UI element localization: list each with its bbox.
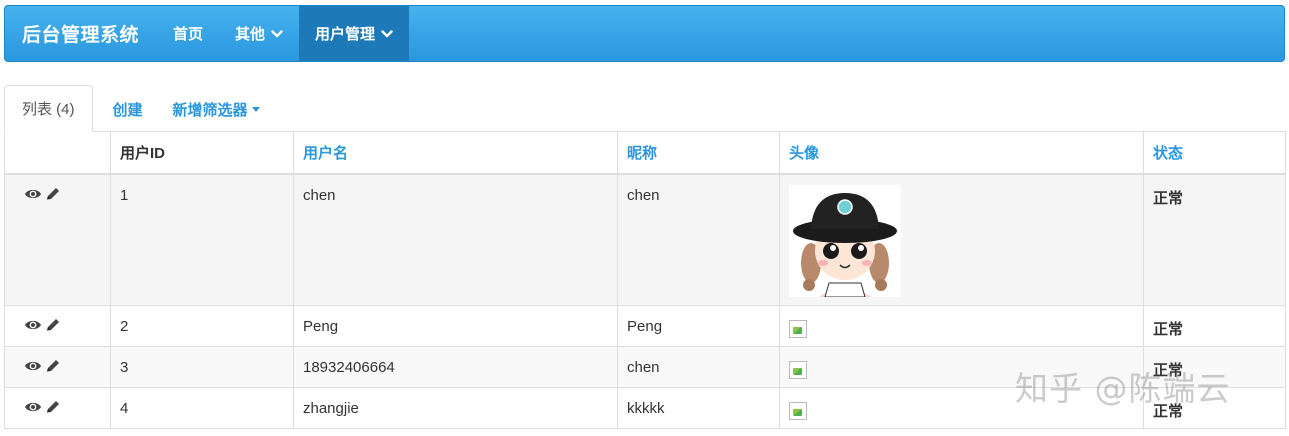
nav-home[interactable]: 首页: [157, 6, 219, 61]
app-brand[interactable]: 后台管理系统: [5, 6, 157, 61]
broken-image-icon: [789, 402, 807, 420]
tab-create[interactable]: 创建: [103, 86, 153, 132]
cell-user-id: 4: [110, 387, 294, 429]
table-header-row: 用户ID 用户名 昵称 头像 状态: [4, 131, 1286, 175]
pencil-icon[interactable]: [44, 187, 62, 201]
cell-avatar: [779, 346, 1144, 388]
row-actions: [4, 346, 111, 388]
nav-user-management-label: 用户管理: [315, 26, 376, 43]
header-user-id: 用户ID: [110, 131, 294, 175]
table-row: 2 Peng Peng 正常: [4, 305, 1286, 347]
nav-other-dropdown[interactable]: 其他: [219, 6, 299, 61]
cell-username: Peng: [293, 305, 618, 347]
nav-other-label: 其他: [235, 26, 266, 43]
table-row: 4 zhangjie kkkkk 正常: [4, 387, 1286, 429]
cell-avatar: [779, 387, 1144, 429]
pencil-icon[interactable]: [44, 400, 62, 414]
cell-nickname: Peng: [617, 305, 780, 347]
eye-icon[interactable]: [24, 359, 42, 373]
tab-list[interactable]: 列表 (4): [4, 85, 93, 132]
broken-image-icon: [789, 361, 807, 379]
cell-username: 18932406664: [293, 346, 618, 388]
cell-user-id: 1: [110, 173, 294, 306]
cell-status: 正常: [1143, 387, 1286, 429]
cell-status: 正常: [1143, 305, 1286, 347]
cell-nickname: chen: [617, 346, 780, 388]
header-username[interactable]: 用户名: [293, 131, 618, 175]
broken-image-icon: [789, 320, 807, 338]
cell-user-id: 3: [110, 346, 294, 388]
cell-status: 正常: [1143, 173, 1286, 306]
content-tabs: 列表 (4) 创建 新增筛选器: [4, 85, 1285, 132]
chevron-down-icon: [381, 29, 393, 37]
eye-icon[interactable]: [24, 187, 42, 201]
chevron-down-icon: [271, 29, 283, 37]
cell-nickname: kkkkk: [617, 387, 780, 429]
table-row: 1 chen chen 正常: [4, 173, 1286, 306]
caret-down-icon: [251, 106, 260, 112]
eye-icon[interactable]: [24, 318, 42, 332]
cartoon-avatar-image: [789, 184, 901, 297]
cell-avatar: [779, 305, 1144, 347]
header-avatar[interactable]: 头像: [779, 131, 1144, 175]
cell-username: zhangjie: [293, 387, 618, 429]
cell-avatar: [779, 173, 1144, 306]
header-nickname[interactable]: 昵称: [617, 131, 780, 175]
add-filter-label: 新增筛选器: [172, 101, 248, 119]
row-actions: [4, 173, 111, 306]
row-actions: [4, 305, 111, 347]
pencil-icon[interactable]: [44, 318, 62, 332]
tab-add-filter[interactable]: 新增筛选器: [163, 86, 270, 132]
nav-user-management-dropdown[interactable]: 用户管理: [299, 6, 410, 61]
eye-icon[interactable]: [24, 400, 42, 414]
header-actions: [4, 131, 111, 175]
cell-user-id: 2: [110, 305, 294, 347]
cell-nickname: chen: [617, 173, 780, 306]
table-row: 3 18932406664 chen 正常: [4, 346, 1286, 388]
pencil-icon[interactable]: [44, 359, 62, 373]
cell-username: chen: [293, 173, 618, 306]
row-actions: [4, 387, 111, 429]
cell-status: 正常: [1143, 346, 1286, 388]
users-table: 用户ID 用户名 昵称 头像 状态 1 chen chen 正常 2 Peng …: [4, 131, 1286, 429]
top-navbar: 后台管理系统 首页 其他 用户管理: [4, 5, 1285, 62]
nav-home-label: 首页: [173, 26, 204, 43]
header-status[interactable]: 状态: [1143, 131, 1286, 175]
